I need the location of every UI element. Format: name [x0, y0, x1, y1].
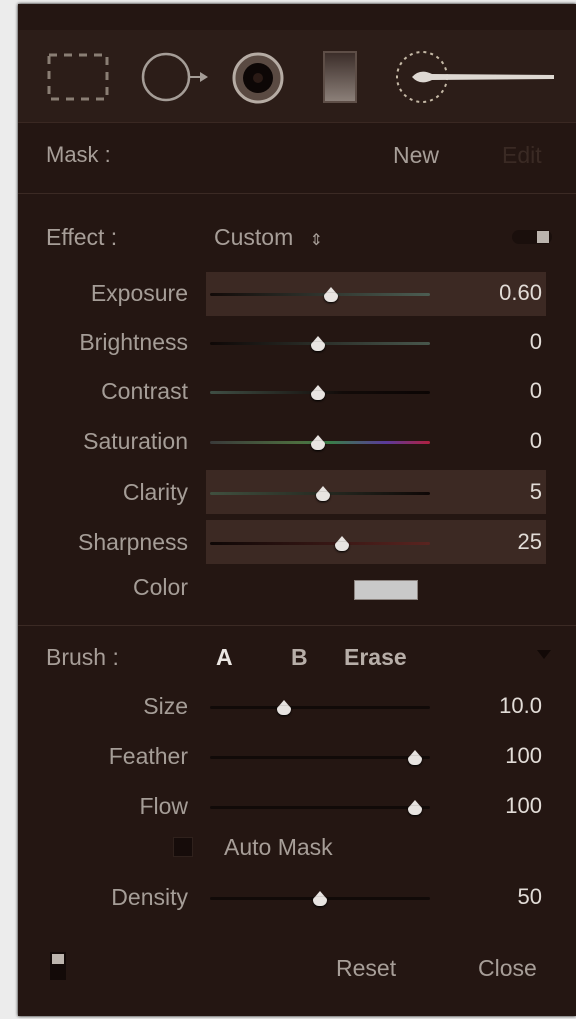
tool-strip: [18, 30, 576, 123]
size-label: Size: [143, 693, 188, 719]
size-value[interactable]: 10.0: [442, 691, 542, 721]
spot-removal-icon[interactable]: [140, 50, 212, 104]
contrast-slider-thumb[interactable]: [309, 385, 327, 401]
close-button[interactable]: Close: [478, 953, 537, 983]
density-label: Density: [111, 884, 188, 910]
exposure-value[interactable]: 0.60: [442, 278, 542, 308]
brush-label: Brush :: [46, 644, 119, 670]
exposure-label: Exposure: [90, 280, 188, 306]
sharpness-value[interactable]: 25: [442, 527, 542, 557]
mask-new-button[interactable]: New: [393, 140, 439, 170]
brush-b-button[interactable]: B: [291, 642, 308, 672]
panel-switch-knob: [52, 954, 64, 964]
color-swatch[interactable]: [354, 580, 418, 600]
brush-erase-button[interactable]: Erase: [344, 642, 407, 672]
effect-preset-select[interactable]: Custom ⇕: [214, 222, 323, 256]
red-eye-icon[interactable]: [230, 50, 286, 106]
feather-value[interactable]: 100: [442, 741, 542, 771]
clarity-slider-thumb[interactable]: [314, 486, 332, 502]
saturation-label: Saturation: [83, 428, 188, 454]
contrast-value[interactable]: 0: [442, 376, 542, 406]
effect-preset-value: Custom: [214, 224, 294, 250]
effect-toggle-switch[interactable]: [512, 230, 552, 244]
size-slider[interactable]: [210, 706, 430, 709]
auto-mask-checkbox[interactable]: [173, 837, 193, 857]
section-divider: [18, 625, 576, 626]
brightness-label: Brightness: [79, 329, 188, 355]
adjustment-brush-icon[interactable]: [394, 46, 556, 108]
density-slider-thumb[interactable]: [311, 891, 329, 907]
sharpness-slider-thumb[interactable]: [333, 536, 351, 552]
clarity-label: Clarity: [122, 479, 188, 505]
graduated-filter-icon[interactable]: [322, 50, 358, 104]
exposure-slider[interactable]: [210, 293, 430, 296]
collapse-triangle-icon[interactable]: [537, 650, 551, 659]
section-divider: [18, 193, 576, 194]
feather-label: Feather: [108, 743, 188, 769]
sharpness-slider[interactable]: [210, 542, 430, 545]
contrast-label: Contrast: [101, 378, 188, 404]
crop-overlay-icon[interactable]: [46, 52, 110, 102]
color-label: Color: [133, 574, 188, 600]
brush-a-button[interactable]: A: [216, 642, 233, 672]
effect-label: Effect :: [46, 224, 118, 250]
panel-switch-icon[interactable]: [50, 952, 66, 980]
sharpness-label: Sharpness: [78, 529, 188, 555]
exposure-slider-thumb[interactable]: [322, 287, 340, 303]
brightness-slider-thumb[interactable]: [309, 336, 327, 352]
mask-label: Mask :: [46, 142, 111, 167]
mask-edit-button[interactable]: Edit: [502, 140, 542, 170]
feather-slider-thumb[interactable]: [406, 750, 424, 766]
density-value[interactable]: 50: [442, 882, 542, 912]
saturation-value[interactable]: 0: [442, 426, 542, 456]
flow-slider-thumb[interactable]: [406, 800, 424, 816]
auto-mask-label[interactable]: Auto Mask: [224, 832, 333, 862]
feather-slider[interactable]: [210, 756, 430, 759]
flow-label: Flow: [139, 793, 188, 819]
saturation-slider-thumb[interactable]: [309, 435, 327, 451]
flow-value[interactable]: 100: [442, 791, 542, 821]
clarity-value[interactable]: 5: [442, 477, 542, 507]
updown-arrows-icon: ⇕: [309, 232, 324, 249]
reset-button[interactable]: Reset: [336, 953, 396, 983]
toggle-knob: [537, 231, 549, 243]
size-slider-thumb[interactable]: [275, 700, 293, 716]
brightness-value[interactable]: 0: [442, 327, 542, 357]
flow-slider[interactable]: [210, 806, 430, 809]
